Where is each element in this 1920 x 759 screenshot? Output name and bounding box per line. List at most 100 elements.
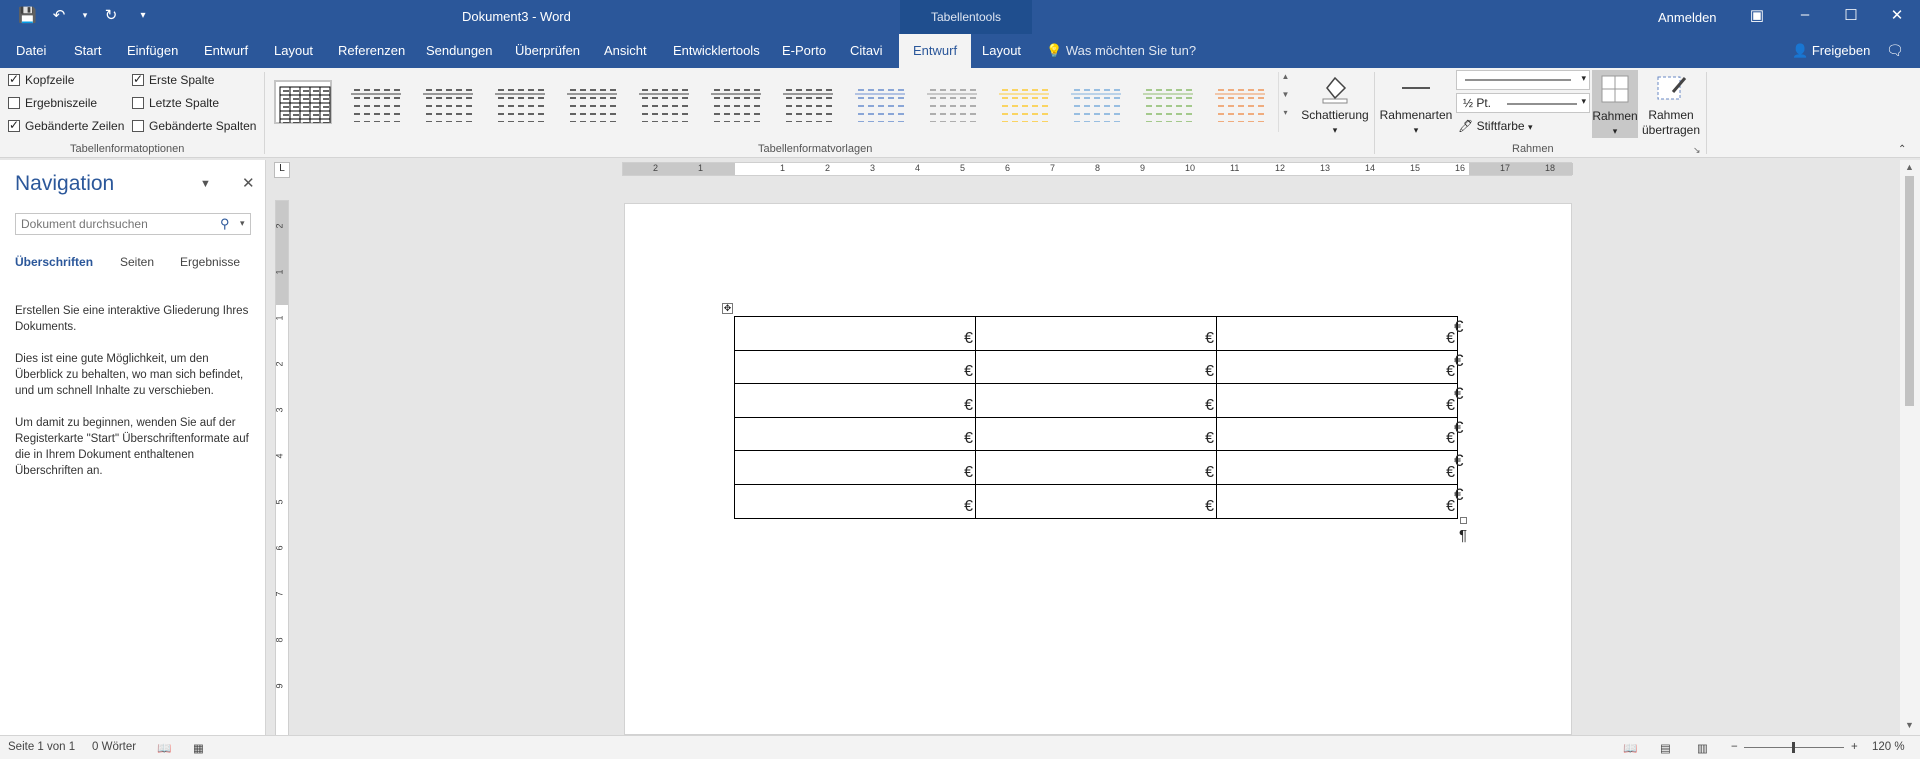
table-cell[interactable]: € [1216, 383, 1458, 418]
zoom-out-icon[interactable]: − [1731, 741, 1738, 753]
checkbox-box[interactable] [132, 72, 144, 86]
undo-icon[interactable]: ↶ [50, 6, 68, 24]
zoom-level[interactable]: 120 % [1872, 741, 1905, 753]
table-cell[interactable]: € [975, 316, 1217, 351]
macro-icon[interactable]: ▦ [193, 741, 204, 755]
comments-icon[interactable]: 🗨 [1886, 42, 1904, 59]
table-resize-handle[interactable] [1460, 517, 1467, 524]
gallery-scroll[interactable]: ▲ ▼ ▾ [1278, 72, 1292, 132]
redo-icon[interactable]: ↻ [102, 6, 120, 24]
tab-design[interactable]: Entwurf [204, 43, 248, 58]
vertical-scrollbar[interactable]: ▲ ▼ [1900, 160, 1920, 735]
zoom-in-icon[interactable]: + [1851, 741, 1858, 753]
header-row-checkbox[interactable]: Kopfzeile [8, 72, 74, 87]
table-row[interactable]: € € € [734, 316, 1458, 351]
first-column-checkbox[interactable]: Erste Spalte [132, 72, 214, 87]
tell-me-box[interactable]: 💡 Was möchten Sie tun? [1046, 43, 1196, 59]
tab-home[interactable]: Start [74, 43, 101, 58]
close-icon[interactable]: ✕ [1882, 6, 1912, 24]
tab-mailings[interactable]: Sendungen [426, 43, 493, 58]
tab-references[interactable]: Referenzen [338, 43, 405, 58]
banded-columns-checkbox[interactable]: Gebänderte Spalten [132, 119, 256, 133]
chevron-down-icon[interactable]: ▾ [240, 218, 245, 229]
table-style-swatch[interactable] [274, 80, 332, 124]
table-cell[interactable]: € [734, 383, 976, 418]
zoom-slider-thumb[interactable] [1792, 742, 1795, 753]
page-count[interactable]: Seite 1 von 1 [8, 741, 75, 753]
undo-dropdown-icon[interactable]: ▾ [82, 10, 88, 21]
table-style-swatch[interactable] [778, 80, 836, 124]
nav-tab-results[interactable]: Ergebnisse [180, 255, 240, 269]
banded-rows-checkbox[interactable]: Gebänderte Zeilen [8, 118, 124, 133]
scrollbar-thumb[interactable] [1905, 176, 1914, 406]
table-cell[interactable]: € [734, 450, 976, 485]
last-column-checkbox[interactable]: Letzte Spalte [132, 96, 219, 110]
tab-table-design[interactable]: Entwurf [899, 34, 972, 68]
proofing-icon[interactable]: 📖 [157, 741, 171, 755]
table-cell[interactable]: € [975, 383, 1217, 418]
table-cell[interactable]: € [1216, 483, 1458, 519]
web-layout-icon[interactable]: ▥ [1697, 741, 1708, 755]
table-cell[interactable]: € [734, 316, 976, 351]
table-style-swatch[interactable] [1210, 80, 1268, 124]
tab-layout[interactable]: Layout [274, 43, 313, 58]
table-cell[interactable]: € [975, 416, 1217, 452]
gallery-down-icon[interactable]: ▼ [1279, 90, 1292, 108]
dialog-launcher-icon[interactable]: ↘ [1693, 145, 1701, 156]
nav-options-icon[interactable]: ▼ [200, 178, 211, 190]
tab-citavi[interactable]: Citavi [850, 43, 883, 58]
total-row-checkbox[interactable]: Ergebniszeile [8, 96, 97, 110]
word-count[interactable]: 0 Wörter [92, 741, 136, 753]
table-style-swatch[interactable] [850, 80, 908, 124]
border-styles-button[interactable]: Rahmenarten ▾ [1378, 72, 1454, 138]
table-cell[interactable]: € [1216, 450, 1458, 485]
tab-file[interactable]: Datei [16, 43, 46, 58]
checkbox-box[interactable] [132, 97, 144, 109]
table-cell[interactable]: € [734, 483, 976, 519]
tab-review[interactable]: Überprüfen [515, 43, 580, 58]
sign-in-link[interactable]: Anmelden [1658, 10, 1717, 25]
line-style-dropdown[interactable]: ▾ [1456, 70, 1590, 90]
table-row[interactable]: € € € [734, 349, 1458, 385]
border-painter-button[interactable]: Rahmen übertragen [1640, 72, 1702, 138]
scroll-up-icon[interactable]: ▲ [1905, 162, 1914, 172]
collapse-ribbon-icon[interactable]: ⌃ [1898, 144, 1906, 155]
read-mode-icon[interactable]: 📖 [1623, 741, 1637, 755]
table-style-swatch[interactable] [418, 80, 476, 124]
save-icon[interactable]: 💾 [18, 6, 37, 24]
print-layout-icon[interactable]: ▤ [1660, 741, 1671, 755]
customize-qat-icon[interactable]: ▾ [134, 10, 152, 21]
table-style-swatch[interactable] [1138, 80, 1196, 124]
checkbox-box[interactable] [8, 118, 20, 132]
document-table[interactable]: € € € € € € € € € € € € € € € € € € [734, 316, 1458, 519]
tab-insert[interactable]: Einfügen [127, 43, 178, 58]
table-row[interactable]: € € € [734, 450, 1458, 485]
scroll-down-icon[interactable]: ▼ [1905, 720, 1914, 730]
tab-table-layout[interactable]: Layout [982, 43, 1021, 58]
maximize-icon[interactable]: ☐ [1836, 6, 1866, 24]
table-cell[interactable]: € [975, 450, 1217, 485]
table-row[interactable]: € € € [734, 383, 1458, 418]
tab-eporto[interactable]: E-Porto [782, 43, 826, 58]
gallery-more-icon[interactable]: ▾ [1279, 108, 1292, 126]
table-cell[interactable]: € [734, 349, 976, 385]
share-button[interactable]: 👤 Freigeben [1792, 43, 1870, 59]
table-cell[interactable]: € [1216, 316, 1458, 351]
table-row[interactable]: € € € [734, 483, 1458, 519]
nav-tab-pages[interactable]: Seiten [120, 255, 154, 269]
vertical-ruler[interactable]: 2 1 1 2 3 4 5 6 7 8 9 [275, 200, 289, 736]
shading-button[interactable]: Schattierung ▾ [1296, 72, 1374, 138]
table-style-swatch[interactable] [562, 80, 620, 124]
nav-tab-headings[interactable]: Überschriften [15, 255, 93, 269]
tab-developer[interactable]: Entwicklertools [673, 43, 760, 58]
table-style-swatch[interactable] [1066, 80, 1124, 124]
table-style-swatch[interactable] [994, 80, 1052, 124]
table-cell[interactable]: € [1216, 416, 1458, 452]
table-style-swatch[interactable] [490, 80, 548, 124]
table-cell[interactable]: € [975, 349, 1217, 385]
line-weight-dropdown[interactable]: ½ Pt. ▾ [1456, 93, 1590, 113]
table-cell[interactable]: € [1216, 349, 1458, 385]
table-row[interactable]: € € € [734, 416, 1458, 452]
horizontal-ruler[interactable]: 2 1 1 2 3 4 5 6 7 8 9 10 11 12 13 14 15 16 17 18 [622, 162, 1573, 176]
close-icon[interactable]: ✕ [242, 174, 255, 192]
